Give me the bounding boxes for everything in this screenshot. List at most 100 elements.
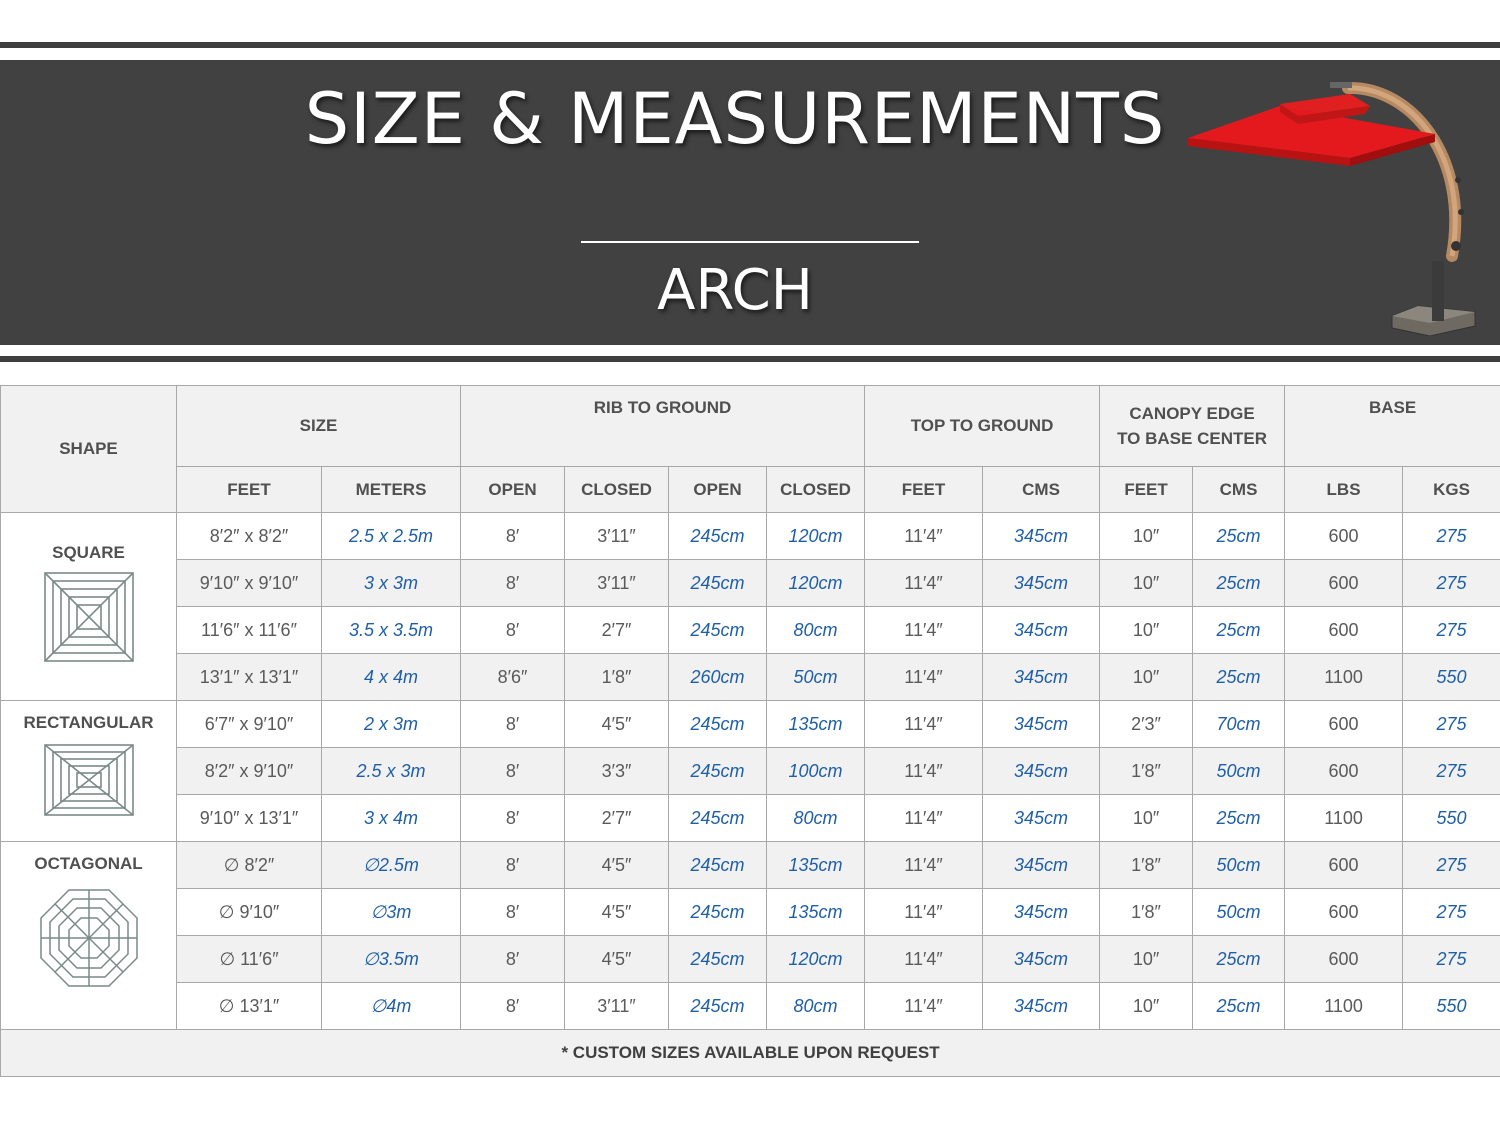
bottom-rule — [0, 356, 1500, 362]
cell-size-meters: 4 x 4m — [320, 653, 462, 701]
cell-base-lbs: 600 — [1284, 935, 1404, 983]
subheader-size-feet: FEET — [176, 466, 322, 513]
header-canopy-edge: CANOPY EDGE TO BASE CENTER — [1099, 385, 1286, 467]
cell-size-feet: ∅ 9′10″ — [176, 888, 322, 936]
cell-edge-feet: 1′8″ — [1099, 888, 1194, 936]
cell-top-cms: 345cm — [982, 982, 1101, 1030]
subheader-edge-feet: FEET — [1099, 466, 1194, 513]
header-canopy-edge-line2: TO BASE CENTER — [1117, 429, 1267, 448]
cell-rib-open-ft: 8′ — [460, 606, 566, 654]
cell-top-cms: 345cm — [982, 700, 1101, 748]
cell-rib-open-cm: 245cm — [668, 935, 768, 983]
cell-top-cms: 345cm — [982, 512, 1101, 560]
table-row: 13′1″ x 13′1″ 4 x 4m 8′6″ 1′8″ 260cm 50cm 11′4… — [1, 653, 1500, 701]
cell-size-meters: ∅4m — [320, 982, 462, 1030]
cell-rib-closed-cm: 135cm — [766, 700, 866, 748]
cell-edge-cms: 25cm — [1192, 606, 1286, 654]
cell-edge-feet: 10″ — [1099, 935, 1194, 983]
cell-top-feet: 11′4″ — [864, 935, 984, 983]
subheader-rib-closed-cm: CLOSED — [766, 466, 866, 513]
cell-rib-closed-ft: 1′8″ — [564, 653, 670, 701]
cell-rib-open-cm: 245cm — [668, 888, 768, 936]
cell-size-feet: ∅ 8′2″ — [176, 841, 322, 889]
cell-base-kgs: 275 — [1402, 512, 1500, 560]
table-row: 11′6″ x 11′6″ 3.5 x 3.5m 8′ 2′7″ 245cm 80cm 11… — [1, 606, 1500, 654]
cell-rib-open-ft: 8′ — [460, 794, 566, 842]
cell-size-meters: ∅3m — [320, 888, 462, 936]
cell-top-feet: 11′4″ — [864, 747, 984, 795]
cell-base-lbs: 600 — [1284, 841, 1404, 889]
cell-base-kgs: 275 — [1402, 700, 1500, 748]
cell-top-cms: 345cm — [982, 794, 1101, 842]
cell-top-cms: 345cm — [982, 559, 1101, 607]
cell-top-cms: 345cm — [982, 888, 1101, 936]
cell-edge-feet: 1′8″ — [1099, 747, 1194, 795]
cell-edge-cms: 70cm — [1192, 700, 1286, 748]
cell-size-feet: 13′1″ x 13′1″ — [176, 653, 322, 701]
cell-rib-closed-cm: 120cm — [766, 559, 866, 607]
cell-rib-closed-ft: 4′5″ — [564, 935, 670, 983]
header-canopy-edge-line1: CANOPY EDGE — [1129, 404, 1255, 423]
cell-rib-open-cm: 245cm — [668, 794, 768, 842]
cell-top-feet: 11′4″ — [864, 606, 984, 654]
cell-edge-cms: 25cm — [1192, 982, 1286, 1030]
cell-rib-open-ft: 8′ — [460, 935, 566, 983]
cell-rib-open-ft: 8′6″ — [460, 653, 566, 701]
subheader-size-meters: METERS — [320, 466, 462, 513]
cell-size-feet: 8′2″ x 8′2″ — [176, 512, 322, 560]
header-rib-to-ground: RIB TO GROUND — [460, 385, 866, 467]
cell-rib-closed-cm: 120cm — [766, 935, 866, 983]
cell-rib-closed-ft: 3′11″ — [564, 559, 670, 607]
cell-base-lbs: 1100 — [1284, 982, 1404, 1030]
cell-size-feet: 9′10″ x 9′10″ — [176, 559, 322, 607]
shape-name: SQUARE — [52, 543, 125, 562]
cell-base-kgs: 550 — [1402, 982, 1500, 1030]
cell-size-feet: ∅ 13′1″ — [176, 982, 322, 1030]
cell-size-meters: ∅3.5m — [320, 935, 462, 983]
cell-rib-open-ft: 8′ — [460, 700, 566, 748]
cell-rib-open-cm: 245cm — [668, 512, 768, 560]
cell-top-cms: 345cm — [982, 935, 1101, 983]
cell-top-feet: 11′4″ — [864, 794, 984, 842]
cell-top-feet: 11′4″ — [864, 888, 984, 936]
cell-top-feet: 11′4″ — [864, 653, 984, 701]
cell-edge-feet: 10″ — [1099, 982, 1194, 1030]
cell-rib-open-ft: 8′ — [460, 841, 566, 889]
custom-sizes-note: * CUSTOM SIZES AVAILABLE UPON REQUEST — [0, 1029, 1500, 1077]
cell-size-feet: ∅ 11′6″ — [176, 935, 322, 983]
cell-rib-open-ft: 8′ — [460, 982, 566, 1030]
cell-rib-closed-cm: 80cm — [766, 982, 866, 1030]
cell-size-feet: 11′6″ x 11′6″ — [176, 606, 322, 654]
subheader-edge-cms: CMS — [1192, 466, 1286, 513]
shape-name: RECTANGULAR — [23, 713, 154, 732]
header-shape: SHAPE — [0, 385, 177, 513]
cell-base-kgs: 275 — [1402, 841, 1500, 889]
cell-edge-cms: 25cm — [1192, 512, 1286, 560]
cell-base-kgs: 275 — [1402, 747, 1500, 795]
cell-rib-closed-ft: 2′7″ — [564, 606, 670, 654]
cell-base-kgs: 275 — [1402, 935, 1500, 983]
cell-base-lbs: 1100 — [1284, 794, 1404, 842]
cell-rib-closed-ft: 2′7″ — [564, 794, 670, 842]
cell-base-lbs: 600 — [1284, 559, 1404, 607]
cell-rib-open-cm: 260cm — [668, 653, 768, 701]
table-row: 8′2″ x 9′10″ 2.5 x 3m 8′ 3′3″ 245cm 100cm 11′4… — [1, 747, 1500, 795]
cell-rib-open-cm: 245cm — [668, 700, 768, 748]
cell-base-lbs: 600 — [1284, 747, 1404, 795]
rectangular-canopy-icon — [43, 744, 134, 816]
cell-edge-feet: 10″ — [1099, 559, 1194, 607]
shape-cell-square: SQUARE — [0, 512, 177, 701]
subheader-rib-open-ft: OPEN — [460, 466, 566, 513]
cell-top-feet: 11′4″ — [864, 841, 984, 889]
cell-size-feet: 6′7″ x 9′10″ — [176, 700, 322, 748]
cell-top-cms: 345cm — [982, 747, 1101, 795]
cell-top-cms: 345cm — [982, 653, 1101, 701]
cell-size-meters: ∅2.5m — [320, 841, 462, 889]
cell-edge-feet: 1′8″ — [1099, 841, 1194, 889]
subheader-base-kgs: KGS — [1402, 466, 1500, 513]
cell-edge-feet: 10″ — [1099, 653, 1194, 701]
subheader-top-cms: CMS — [982, 466, 1101, 513]
subheader-rib-open-cm: OPEN — [668, 466, 768, 513]
cell-size-meters: 2.5 x 2.5m — [320, 512, 462, 560]
table-row: ∅ 9′10″ ∅3m 8′ 4′5″ 245cm 135cm 11′4″ 345cm 1′8″… — [1, 888, 1500, 936]
